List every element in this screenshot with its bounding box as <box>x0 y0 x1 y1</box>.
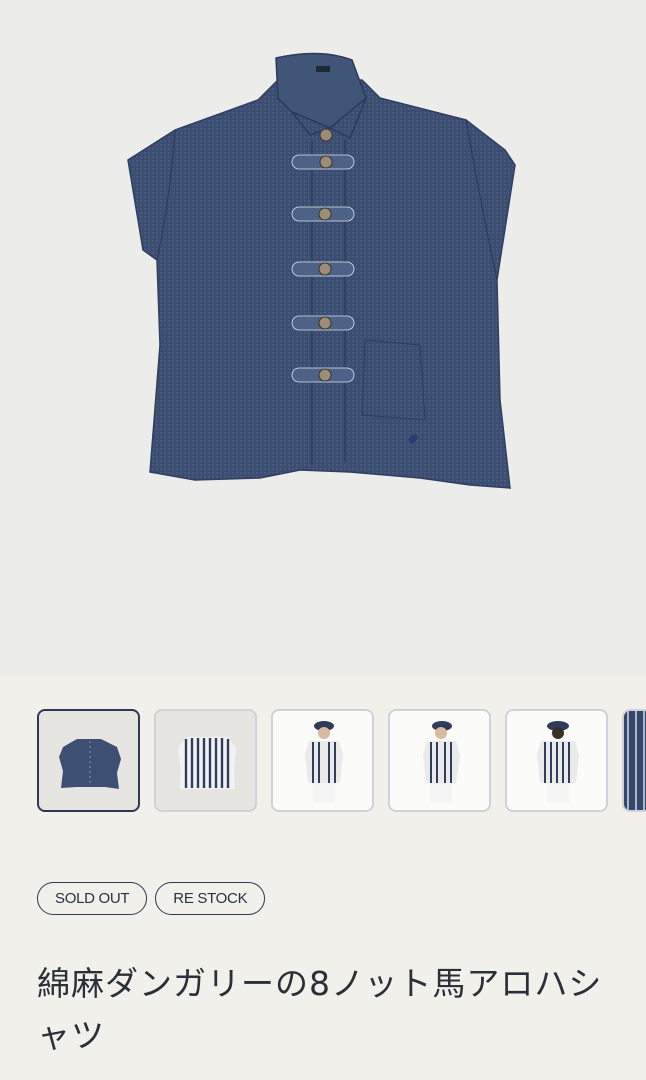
model-side-thumb-icon <box>423 721 460 803</box>
thumbnail-flat-front[interactable] <box>37 709 140 812</box>
restock-badge: RE STOCK <box>155 882 266 915</box>
thumbnail-strip[interactable] <box>0 676 646 836</box>
model-back-thumb-icon <box>537 721 579 803</box>
thumbnail-flat-back[interactable] <box>154 709 257 812</box>
thumbnail-model-side[interactable] <box>388 709 491 812</box>
model-front-thumb-icon <box>305 721 343 803</box>
thumbnail-model-front[interactable] <box>271 709 374 812</box>
thumbnail-detail[interactable] <box>622 709 646 812</box>
shirt-illustration <box>127 52 516 489</box>
product-main-image[interactable] <box>0 0 646 676</box>
product-title: 綿麻ダンガリーの8ノット馬アロハシャツ <box>37 964 603 1055</box>
shirt-front-thumb-icon <box>59 739 121 789</box>
shirt-back-thumb-icon <box>178 737 236 789</box>
thumbnail-model-back[interactable] <box>505 709 608 812</box>
fabric-detail-thumb-icon <box>624 711 646 810</box>
status-badges: SOLD OUT RE STOCK <box>37 882 266 915</box>
sold-out-badge: SOLD OUT <box>37 882 148 915</box>
